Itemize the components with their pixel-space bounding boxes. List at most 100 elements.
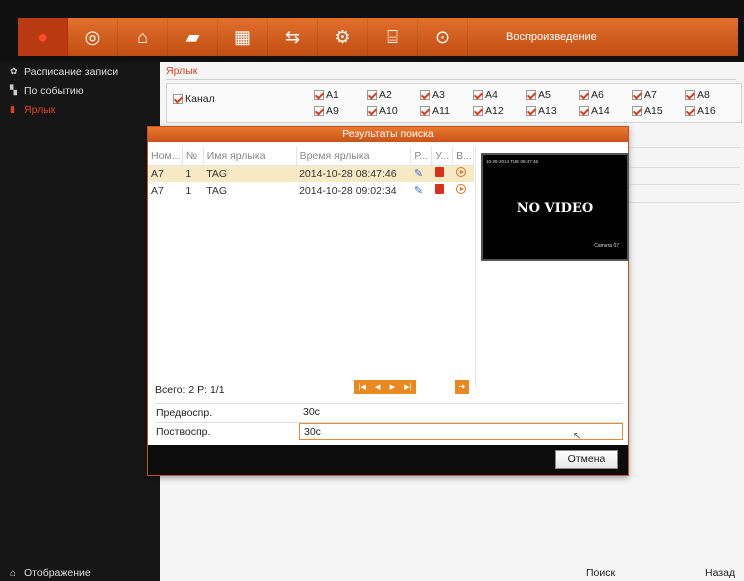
channel-checkbox[interactable]: A12 [473, 105, 504, 117]
channel-checkbox[interactable]: A9 [314, 105, 339, 117]
channel-label: A7 [644, 89, 657, 101]
checkbox-icon [367, 106, 377, 117]
channel-label: A2 [379, 89, 392, 101]
column-header[interactable]: Ном... [148, 147, 183, 166]
sidebar-item-tag[interactable]: ▮ Ярлык [0, 100, 160, 119]
channel-checkbox[interactable]: A4 [473, 89, 498, 101]
channel-checkbox[interactable]: A1 [314, 89, 339, 101]
post-play-label: Поствоспр. [156, 426, 211, 438]
channel-label: A1 [326, 89, 339, 101]
edit-icon[interactable]: ✎ [414, 185, 423, 197]
sidebar: ✿ Расписание записи ▚ По событию ▮ Ярлык… [0, 62, 160, 581]
column-header[interactable]: № [182, 147, 204, 166]
delete-icon[interactable] [434, 184, 444, 194]
table-row[interactable]: A7 1 TAG 2014-10-28 08:47:46 ✎ [148, 165, 474, 182]
sidebar-item-event[interactable]: ▚ По событию [0, 81, 160, 100]
cell-tag-time: 2014-10-28 08:47:46 [296, 165, 411, 182]
checkbox-icon [473, 90, 483, 101]
search-button[interactable]: Поиск [586, 567, 615, 579]
channel-all-checkbox[interactable]: Канал [173, 93, 215, 105]
config-icon[interactable]: ⚙ [318, 18, 368, 56]
back-button[interactable]: Назад [705, 567, 735, 579]
play-icon[interactable] [455, 184, 466, 194]
divider [630, 167, 740, 168]
column-header[interactable]: Р... [410, 147, 433, 166]
channel-label: A10 [379, 105, 398, 117]
pre-play-field[interactable]: 30с [299, 404, 623, 421]
shutdown-icon[interactable]: ⊙ [418, 18, 468, 56]
checkbox-icon [579, 90, 589, 101]
channel-checkbox[interactable]: A5 [526, 89, 551, 101]
prev-page-icon[interactable]: ◀ [375, 383, 380, 391]
checkbox-icon [526, 90, 536, 101]
main-menu-bar: ● ◎ ⌂ ▰ ▦ ⇆ ⚙ ⌸ ⊙ Воспроизведение [18, 18, 738, 56]
home-icon: ⌂ [10, 567, 17, 579]
cell-number: 1 [182, 165, 204, 182]
sidebar-item-schedule[interactable]: ✿ Расписание записи [0, 62, 160, 81]
table-row[interactable]: A7 1 TAG 2014-10-28 09:02:34 ✎ [148, 182, 474, 199]
event-icon: ▚ [10, 85, 17, 95]
checkbox-icon [314, 106, 324, 117]
channel-selector: Канал A1 A2 A3 A4 A5 A6 A7 A8 A9 A10 A11… [166, 83, 742, 123]
account-icon[interactable]: ⌸ [368, 18, 418, 56]
cell-number: 1 [185, 184, 192, 197]
edit-icon[interactable]: ✎ [414, 168, 423, 180]
cell-tag-name: TAG [206, 184, 227, 197]
column-header[interactable]: В... [452, 147, 474, 166]
pre-play-label: Предвоспр. [156, 407, 213, 419]
tag-icon: ▮ [10, 104, 15, 114]
channel-checkbox[interactable]: A8 [685, 89, 710, 101]
channel-checkbox[interactable]: A11 [420, 105, 450, 117]
divider [475, 147, 476, 387]
checkbox-icon [579, 106, 589, 117]
delete-icon[interactable] [434, 167, 444, 178]
checkbox-icon [367, 90, 377, 101]
next-page-icon[interactable]: ▶ [390, 383, 395, 391]
channel-label: A5 [538, 89, 551, 101]
goto-page-button[interactable]: ➜ [455, 380, 469, 394]
column-header[interactable]: У... [431, 147, 454, 166]
camera-record-icon[interactable]: ● [18, 18, 68, 56]
search-results-dialog: Результаты поиска Ном... № Имя ярлыка Вр… [147, 126, 629, 476]
sidebar-item-label: Ярлык [24, 103, 56, 116]
hdd-icon[interactable]: ▰ [168, 18, 218, 56]
channel-checkbox[interactable]: A16 [685, 105, 716, 117]
video-preview: 10-28-2014 TUE 08:47:46 NO VIDEO Camera … [481, 153, 629, 261]
channel-checkbox[interactable]: A15 [632, 105, 663, 117]
pagination: |◀ ◀ ▶ ▶| [354, 380, 416, 394]
dialog-title: Результаты поиска [148, 127, 628, 142]
cell-camera: A7 [151, 184, 164, 197]
sidebar-item-label: По событию [24, 84, 84, 97]
record-config-icon[interactable]: ▦ [218, 18, 268, 56]
channel-label: Канал [185, 93, 215, 105]
gear-icon: ✿ [10, 66, 18, 76]
channel-checkbox[interactable]: A10 [367, 105, 398, 117]
channel-checkbox[interactable]: A6 [579, 89, 604, 101]
column-header[interactable]: Время ярлыка [296, 147, 412, 166]
channel-checkbox[interactable]: A7 [632, 89, 657, 101]
channel-label: A12 [485, 105, 504, 117]
channel-checkbox[interactable]: A13 [526, 105, 557, 117]
channel-label: A15 [644, 105, 663, 117]
channel-label: A3 [432, 89, 445, 101]
first-page-icon[interactable]: |◀ [359, 383, 366, 391]
channel-checkbox[interactable]: A3 [420, 89, 445, 101]
display-menu-item[interactable]: ⌂ Отображение [10, 567, 91, 579]
results-table: Ном... № Имя ярлыка Время ярлыка Р... У.… [148, 147, 474, 387]
cell-tag-time: 2014-10-28 09:02:34 [299, 184, 397, 197]
checkbox-icon [473, 106, 483, 117]
column-header[interactable]: Имя ярлыка [203, 147, 297, 166]
checkbox-icon [685, 106, 695, 117]
playback-icon[interactable]: ◎ [68, 18, 118, 56]
camera-settings-icon[interactable]: ⌂ [118, 18, 168, 56]
play-icon[interactable] [455, 167, 466, 178]
network-icon[interactable]: ⇆ [268, 18, 318, 56]
channel-checkbox[interactable]: A14 [579, 105, 610, 117]
checkbox-icon [685, 90, 695, 101]
cell-camera: A7 [148, 165, 183, 182]
divider [630, 147, 740, 148]
last-page-icon[interactable]: ▶| [404, 383, 411, 391]
channel-label: A16 [697, 105, 716, 117]
channel-checkbox[interactable]: A2 [367, 89, 392, 101]
cancel-button[interactable]: Отмена [555, 450, 618, 469]
